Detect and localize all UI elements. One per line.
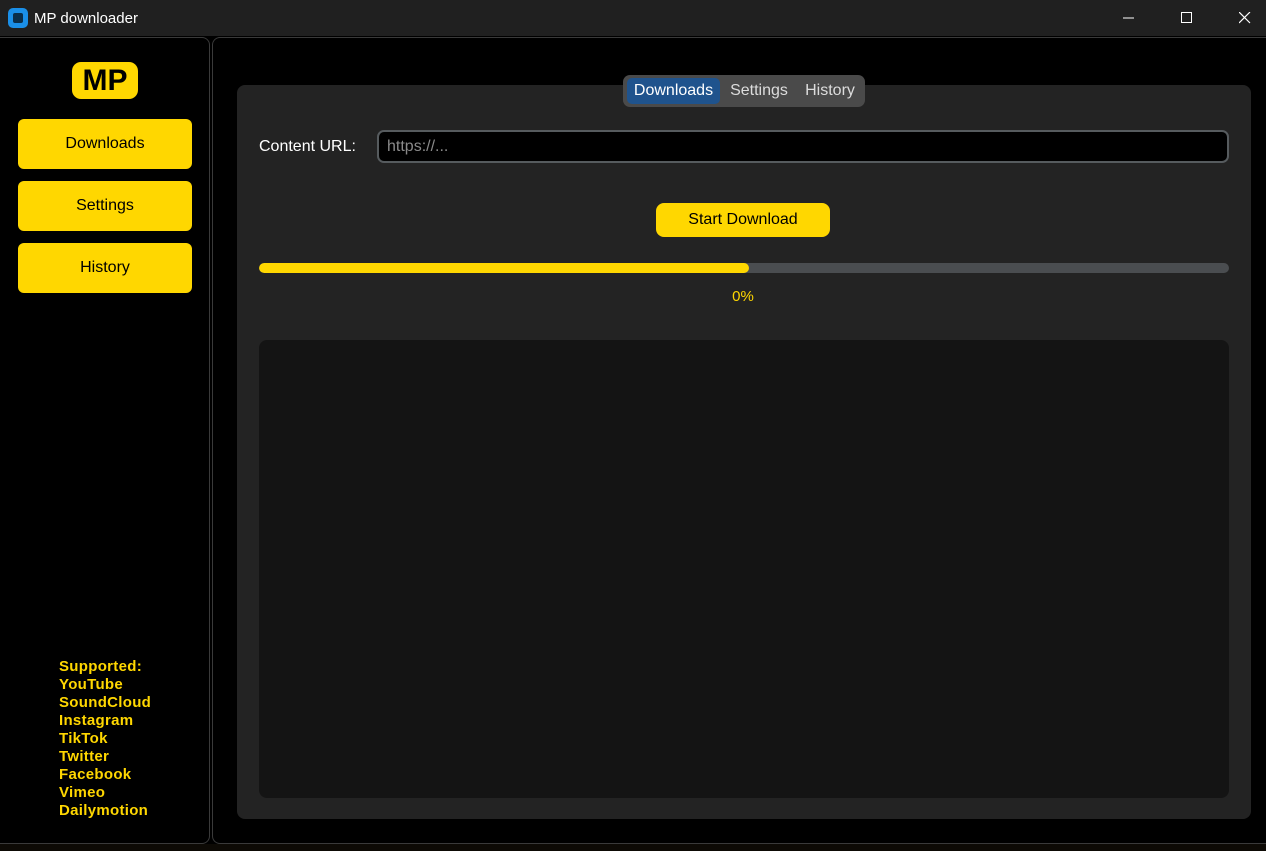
supported-site: SoundCloud xyxy=(59,694,152,711)
supported-site: Facebook xyxy=(59,766,132,783)
minimize-icon xyxy=(1123,17,1134,19)
sidebar-downloads-button[interactable]: Downloads xyxy=(18,119,192,169)
supported-site: TikTok xyxy=(59,730,108,747)
content-url-label: Content URL: xyxy=(259,138,356,155)
download-log-area[interactable] xyxy=(259,340,1229,798)
start-download-button[interactable]: Start Download xyxy=(656,203,830,237)
sidebar-history-button[interactable]: History xyxy=(18,243,192,293)
logo: MP xyxy=(72,62,138,99)
tab-settings[interactable]: Settings xyxy=(723,78,795,104)
title-bar: MP downloader xyxy=(0,0,1266,36)
desktop-background-strip xyxy=(0,844,1266,851)
close-button[interactable] xyxy=(1216,0,1266,36)
tab-history[interactable]: History xyxy=(799,78,861,104)
tab-downloads[interactable]: Downloads xyxy=(627,78,720,104)
download-progress-bar xyxy=(259,263,1229,273)
supported-site: Twitter xyxy=(59,748,110,765)
minimize-button[interactable] xyxy=(1100,0,1158,36)
supported-sites-list: Supported: YouTube SoundCloud Instagram … xyxy=(59,658,151,820)
maximize-button[interactable] xyxy=(1158,0,1216,36)
progress-fill xyxy=(259,263,749,273)
supported-site: Vimeo xyxy=(59,784,106,801)
sidebar-settings-button[interactable]: Settings xyxy=(18,181,192,231)
sidebar: MP Downloads Settings History Supported:… xyxy=(0,37,210,844)
supported-site: Dailymotion xyxy=(59,802,149,819)
supported-heading: Supported: xyxy=(59,658,142,675)
supported-site: Instagram xyxy=(59,712,134,729)
app-window: MP downloader MP Downloads Settings Hist… xyxy=(0,0,1266,851)
supported-site: YouTube xyxy=(59,676,124,693)
app-icon xyxy=(8,8,28,28)
maximize-icon xyxy=(1181,12,1192,23)
close-icon xyxy=(1239,12,1251,24)
content-url-input[interactable] xyxy=(377,130,1229,163)
window-title: MP downloader xyxy=(34,10,138,27)
progress-percent: 0% xyxy=(732,288,754,305)
tab-bar: Downloads Settings History xyxy=(623,75,865,107)
